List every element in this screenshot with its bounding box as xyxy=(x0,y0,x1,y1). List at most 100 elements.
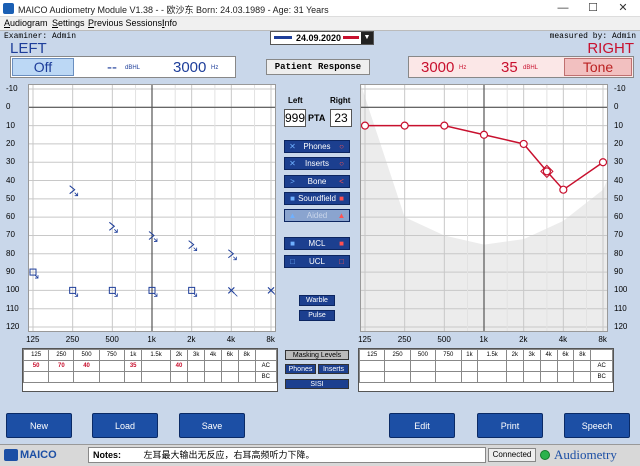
chevron-down-icon[interactable]: ▼ xyxy=(361,32,373,44)
db-tick-label-left: 120 xyxy=(6,322,20,331)
new-button[interactable]: New xyxy=(6,413,72,438)
air-circle-marker xyxy=(559,185,568,194)
left-bc-cell[interactable] xyxy=(141,371,171,383)
left-ac-cell[interactable]: 70 xyxy=(48,360,75,372)
session-date-select[interactable]: 24.09.2020 ▼ xyxy=(270,31,374,45)
left-ac-cell[interactable] xyxy=(141,360,171,372)
menu-previous-sessions[interactable]: Previous Sessions! xyxy=(88,18,165,28)
left-ac-cell[interactable]: 40 xyxy=(169,360,189,372)
bc-row-label: BC xyxy=(254,371,278,383)
freq-col-header: 1k xyxy=(460,349,479,361)
left-bc-cell[interactable] xyxy=(98,371,125,383)
minimize-button[interactable]: — xyxy=(548,1,578,16)
edit-button[interactable]: Edit xyxy=(389,413,455,438)
right-bc-cell[interactable] xyxy=(477,371,507,383)
left-bc-cell[interactable] xyxy=(187,371,206,383)
freq-col-header: 750 xyxy=(98,349,125,361)
notes-field[interactable]: Notes: 左耳最大输出无反应，右耳高频听力下降。 xyxy=(88,447,486,463)
right-ac-cell[interactable] xyxy=(573,360,592,372)
print-button[interactable]: Print xyxy=(477,413,543,438)
right-bc-cell[interactable] xyxy=(358,371,386,383)
right-ac-cell[interactable] xyxy=(556,360,575,372)
right-bc-cell[interactable] xyxy=(522,371,541,383)
soundfield-button[interactable]: ■ Soundfield ■ xyxy=(284,192,350,205)
inserts-button[interactable]: ✕ Inserts ○ xyxy=(284,157,350,170)
right-ac-cell[interactable] xyxy=(384,360,411,372)
left-ac-cell[interactable]: 50 xyxy=(22,360,50,372)
mcl-button[interactable]: ■ MCL ■ xyxy=(284,237,350,250)
no-response-arrow xyxy=(193,247,198,252)
right-bc-cell[interactable] xyxy=(460,371,479,383)
freq-tick-label-right: 125 xyxy=(358,335,372,344)
right-bc-cell[interactable] xyxy=(556,371,575,383)
bone-button[interactable]: > Bone < xyxy=(284,175,350,188)
right-ac-cell[interactable] xyxy=(477,360,507,372)
phones-button[interactable]: ✕ Phones ○ xyxy=(284,140,350,153)
right-level-unit: dBHL xyxy=(523,65,539,71)
right-ac-cell[interactable] xyxy=(505,360,524,372)
left-ac-cell[interactable] xyxy=(187,360,206,372)
table-inserts-button[interactable]: Inserts xyxy=(318,364,349,374)
db-tick-label-left: 80 xyxy=(6,248,15,258)
right-audiogram-plot[interactable] xyxy=(360,85,608,331)
db-tick-label-right: 30 xyxy=(614,157,623,167)
left-bc-cell[interactable] xyxy=(237,371,256,383)
right-bc-cell[interactable] xyxy=(539,371,558,383)
right-bc-cell[interactable] xyxy=(384,371,411,383)
left-bc-cell[interactable] xyxy=(73,371,100,383)
right-ac-cell[interactable] xyxy=(522,360,541,372)
inserts-label: Inserts xyxy=(304,159,329,168)
masking-levels-button[interactable]: Masking Levels xyxy=(285,350,349,360)
menu-audiogram[interactable]: Audiogram xyxy=(4,18,48,28)
freq-col-header: 8k xyxy=(237,349,256,361)
left-bc-cell[interactable] xyxy=(123,371,143,383)
db-tick-label-left: 100 xyxy=(6,285,20,295)
ucl-button[interactable]: □ UCL □ xyxy=(284,255,350,268)
left-ac-cell[interactable]: 40 xyxy=(73,360,100,372)
left-bc-cell[interactable] xyxy=(22,371,50,383)
left-ac-cell[interactable] xyxy=(98,360,125,372)
right-bc-cell[interactable] xyxy=(409,371,437,383)
menu-settings[interactable]: Settings xyxy=(52,18,85,28)
db-tick-label-right: 80 xyxy=(614,248,623,258)
left-audiogram-plot[interactable] xyxy=(29,85,278,331)
left-ac-cell[interactable]: 35 xyxy=(123,360,143,372)
maximize-button[interactable]: ☐ xyxy=(578,1,608,16)
left-ac-cell[interactable] xyxy=(220,360,239,372)
load-button[interactable]: Load xyxy=(92,413,158,438)
close-button[interactable]: ✕ xyxy=(608,1,638,16)
save-button[interactable]: Save xyxy=(179,413,245,438)
freq-col-header: 1.5k xyxy=(141,349,171,361)
right-bc-cell[interactable] xyxy=(573,371,592,383)
freq-tick-label-left: 250 xyxy=(65,335,80,344)
sisi-button[interactable]: SISI xyxy=(285,379,349,389)
table-phones-button[interactable]: Phones xyxy=(285,364,316,374)
right-ac-cell[interactable] xyxy=(435,360,462,372)
right-ac-cell[interactable] xyxy=(539,360,558,372)
left-bc-cell[interactable] xyxy=(169,371,189,383)
right-bc-cell[interactable] xyxy=(435,371,462,383)
menu-info[interactable]: Info xyxy=(162,18,177,28)
right-ac-cell[interactable] xyxy=(460,360,479,372)
right-ac-cell[interactable] xyxy=(358,360,386,372)
left-audiogram[interactable] xyxy=(28,84,278,332)
ac-row-label: AC xyxy=(254,360,278,372)
pulse-button[interactable]: Pulse xyxy=(299,310,335,321)
left-ac-cell[interactable] xyxy=(237,360,256,372)
warble-button[interactable]: Warble xyxy=(299,295,335,306)
left-bc-cell[interactable] xyxy=(220,371,239,383)
left-off-button[interactable]: Off xyxy=(12,58,74,76)
right-tone-button[interactable]: Tone xyxy=(564,58,632,76)
air-circle-marker xyxy=(479,130,489,139)
aided-button[interactable]: ▲ Aided ▲ xyxy=(284,209,350,222)
right-bc-cell[interactable] xyxy=(505,371,524,383)
left-bc-cell[interactable] xyxy=(204,371,222,383)
freq-tick-label-right: 2k xyxy=(519,335,528,344)
freq-col-header: 1k xyxy=(123,349,143,361)
right-ac-cell[interactable] xyxy=(409,360,437,372)
open-square-icon: □ xyxy=(290,257,295,266)
right-audiogram[interactable] xyxy=(360,84,608,332)
left-ac-cell[interactable] xyxy=(204,360,222,372)
speech-button[interactable]: Speech xyxy=(564,413,630,438)
left-bc-cell[interactable] xyxy=(48,371,75,383)
